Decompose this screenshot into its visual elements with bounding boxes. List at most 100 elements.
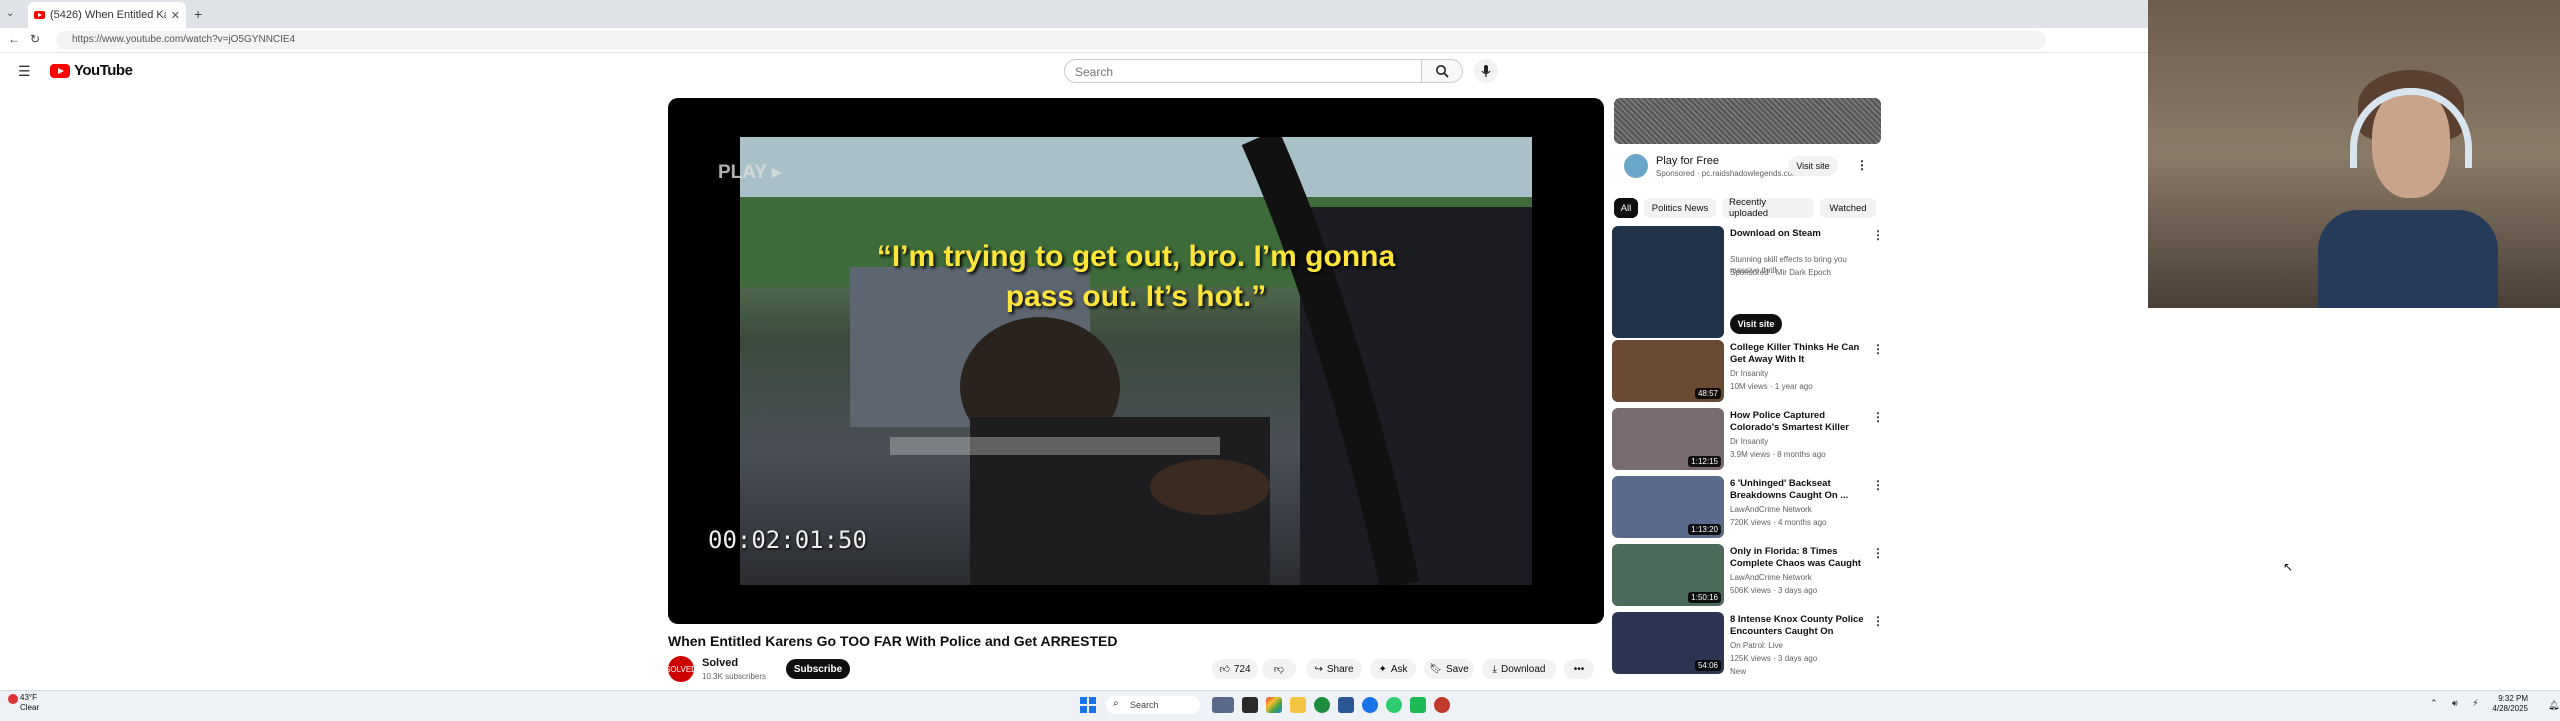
search-input[interactable]: Search (1064, 59, 1422, 83)
share-label: Share (1326, 663, 1354, 675)
search-button[interactable] (1421, 59, 1463, 83)
webcam-person-shirt (2318, 210, 2498, 308)
browser-tab[interactable]: (5426) When Entitled Karen... ✕ (28, 2, 186, 28)
subscriber-count: 10.3K subscribers (702, 672, 767, 681)
spotify-icon[interactable] (1386, 697, 1402, 713)
related-meta3: New (1730, 667, 1747, 676)
related-more-icon[interactable]: ⋮ (1872, 342, 1884, 356)
taskbar-widget-thumbnail[interactable] (1212, 697, 1234, 713)
youtube-favicon-icon (34, 11, 45, 19)
youtube-logo-text: YouTube (74, 62, 133, 79)
video-watermark: PLAY ▸ (718, 162, 782, 183)
related-title[interactable]: Only in Florida: 8 Times Complete Chaos … (1730, 546, 1870, 570)
related-title[interactable]: How Police Captured Colorado's Smartest … (1730, 410, 1870, 434)
related-more-icon[interactable]: ⋮ (1872, 410, 1884, 424)
chip-all[interactable]: All (1614, 198, 1638, 218)
weather-condition: Clear (20, 703, 40, 712)
related-thumbnail[interactable]: 48:57 (1612, 340, 1724, 402)
ad-more-icon[interactable]: ⋮ (1856, 158, 1868, 172)
related-thumbnail[interactable] (1612, 226, 1724, 338)
related-meta2: Sponsored · Mir Dark Epoch (1730, 268, 1831, 277)
chip-recently-uploaded[interactable]: Recently uploaded (1722, 197, 1814, 219)
video-duration: 1:12:15 (1688, 456, 1721, 467)
related-meta2: 720K views · 4 months ago (1730, 518, 1827, 527)
save-button[interactable]: 🔖︎ Save (1424, 659, 1474, 679)
youtube-logo[interactable]: YouTube (50, 62, 133, 79)
menu-icon[interactable]: ☰ (18, 63, 31, 80)
more-actions-button[interactable]: ••• (1564, 659, 1594, 679)
download-button[interactable]: ⤓ Download (1482, 659, 1556, 679)
ad-sponsor: Sponsored · pc.raidshadowlegends.com (1656, 169, 1799, 178)
related-thumbnail[interactable]: 1:50:16 (1612, 544, 1724, 606)
weather-widget[interactable]: 43°F Clear (20, 693, 39, 713)
chip-watched[interactable]: Watched (1820, 198, 1876, 218)
ad-visit-site-button[interactable]: Visit site (1788, 156, 1838, 176)
related-meta2: 3.9M views · 8 months ago (1730, 450, 1826, 459)
search-icon (1436, 65, 1449, 78)
subscribe-button[interactable]: Subscribe (786, 659, 850, 679)
video-duration: 48:57 (1694, 388, 1721, 399)
ad-title[interactable]: Play for Free (1656, 155, 1719, 167)
bookmark-icon: 🔖︎ (1429, 663, 1442, 675)
back-icon[interactable]: ← (8, 32, 20, 46)
related-meta1: Dr Insanity (1730, 437, 1769, 446)
sparkle-icon: ✦ (1378, 663, 1387, 675)
related-thumbnail[interactable]: 1:13:20 (1612, 476, 1724, 538)
url-field[interactable]: https://www.youtube.com/watch?v=jO5GYNNC… (56, 31, 2046, 49)
related-more-icon[interactable]: ⋮ (1872, 614, 1884, 628)
reload-icon[interactable]: ↻ (30, 32, 40, 46)
app-icon-red[interactable] (1434, 697, 1450, 713)
app-icon-green[interactable] (1410, 697, 1426, 713)
related-meta2: 506K views · 3 days ago (1730, 586, 1818, 595)
channel-avatar[interactable]: SOLVED (665, 656, 697, 682)
new-tab-button[interactable]: + (194, 6, 202, 22)
sponsored-visit-site-button[interactable]: Visit site (1730, 314, 1782, 334)
related-more-icon[interactable]: ⋮ (1872, 546, 1884, 560)
related-meta1: Dr Insanity (1730, 369, 1769, 378)
voice-search-button[interactable] (1474, 59, 1498, 83)
tab-list-chevron-icon[interactable]: ⌄ (6, 8, 14, 19)
thumbs-down-icon: 👎︎ (1273, 664, 1285, 675)
start-button[interactable] (1080, 697, 1096, 713)
windows-icon (1080, 697, 1096, 713)
dislike-button[interactable]: 👎︎ (1262, 659, 1296, 679)
microphone-icon (1481, 65, 1491, 77)
notifications-icon[interactable]: 🔔︎ (2548, 700, 2559, 711)
related-title[interactable]: Download on Steam (1730, 228, 1870, 240)
edge-browser-icon[interactable] (1314, 697, 1330, 713)
more-icon: ••• (1573, 663, 1585, 675)
channel-name[interactable]: Solved (702, 657, 738, 669)
video-frame (740, 137, 1532, 585)
store-icon[interactable] (1338, 697, 1354, 713)
copilot-icon[interactable] (1266, 697, 1282, 713)
chrome-icon[interactable] (1362, 697, 1378, 713)
video-scene (740, 137, 1532, 585)
like-button[interactable]: 👍︎ 724 (1212, 659, 1258, 679)
ad-logo (1624, 154, 1648, 178)
related-title[interactable]: College Killer Thinks He Can Get Away Wi… (1730, 342, 1870, 366)
taskbar-search[interactable]: Search (1106, 696, 1200, 714)
clock-time: 9:32 PM (2498, 694, 2528, 703)
ask-label: Ask (1390, 663, 1408, 675)
taskbar-search-icon: ⌕ (1113, 698, 1119, 709)
like-count: 724 (1233, 663, 1251, 675)
share-button[interactable]: ↪ Share (1306, 659, 1362, 679)
ad-banner-image[interactable] (1614, 98, 1881, 144)
related-title[interactable]: 6 'Unhinged' Backseat Breakdowns Caught … (1730, 478, 1870, 502)
related-thumbnail[interactable]: 1:12:15 (1612, 408, 1724, 470)
task-view-icon[interactable] (1242, 697, 1258, 713)
related-more-icon[interactable]: ⋮ (1872, 228, 1884, 242)
ask-button[interactable]: ✦ Ask (1370, 659, 1416, 679)
tab-close-icon[interactable]: ✕ (171, 9, 180, 22)
mouse-cursor-icon: ↖ (2283, 560, 2294, 574)
related-more-icon[interactable]: ⋮ (1872, 478, 1884, 492)
thumbs-up-icon: 👍︎ (1219, 664, 1230, 675)
related-title[interactable]: 8 Intense Knox County Police Encounters … (1730, 614, 1870, 638)
download-label: Download (1500, 663, 1546, 675)
file-explorer-icon[interactable] (1290, 697, 1306, 713)
taskbar-clock[interactable]: 9:32 PM 4/28/2025 (2468, 694, 2528, 714)
chip-politics-news[interactable]: Politics News (1644, 198, 1716, 218)
clock-date: 4/28/2025 (2492, 704, 2528, 713)
share-icon: ↪ (1314, 663, 1323, 675)
related-thumbnail[interactable]: 54:06 (1612, 612, 1724, 674)
